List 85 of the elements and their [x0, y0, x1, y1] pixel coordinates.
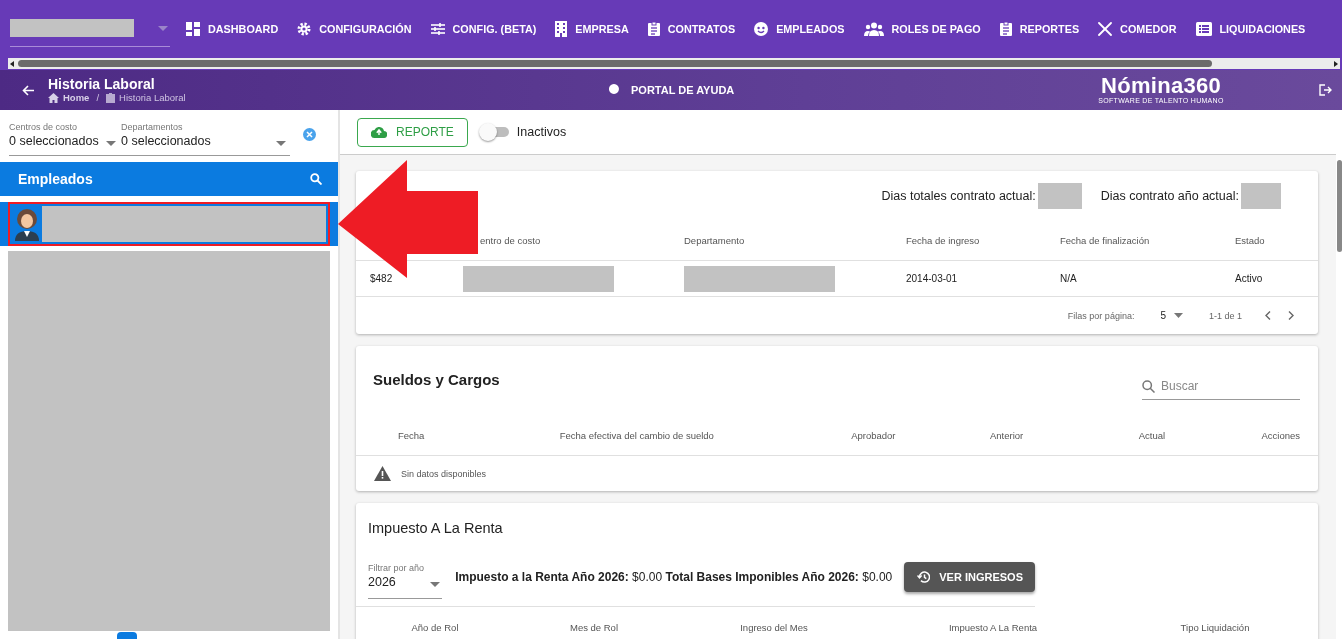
pagination-range: 1-1 de 1	[1208, 310, 1242, 321]
column-header: Departamento	[684, 235, 746, 246]
empty-message: Sin datos disponibles	[401, 468, 487, 479]
nav-item[interactable]: CONFIGURACIÓN	[297, 22, 412, 36]
column-header: Fecha de ingreso	[906, 235, 981, 246]
home-icon	[48, 93, 59, 103]
scroll-right-icon[interactable]	[1334, 61, 1338, 67]
column-header: Mes de Rol	[568, 621, 620, 633]
vertical-scrollbar[interactable]	[1337, 160, 1342, 252]
table-cell-text: 2014-03-01	[906, 273, 959, 284]
table-cell-text: N/A	[1060, 273, 1078, 284]
table-cell-text: Activo	[1235, 273, 1264, 284]
tax-summary: Impuesto a la Renta Año 2026: $0.00 Total Bases Imponibles Año 2026: $0.00	[455, 570, 893, 584]
column-header: Anterior	[989, 430, 1025, 441]
breadcrumb-current: Historia Laboral	[119, 92, 186, 104]
warning-icon	[374, 466, 391, 481]
view-income-button[interactable]: VER INGRESOS	[904, 562, 1035, 592]
nav-item[interactable]: DASHBOARD	[186, 22, 279, 36]
summary-label: Dias contrato año actual:	[1100, 189, 1239, 203]
column-header: entro de costo	[479, 235, 542, 246]
gear-icon	[297, 22, 312, 36]
breadcrumb-separator: /	[96, 92, 100, 104]
toggle-label: Inactivos	[516, 125, 567, 139]
nav-item[interactable]: REPORTES	[999, 22, 1080, 36]
face-icon	[754, 22, 769, 36]
clipboard-icon	[999, 22, 1012, 36]
nav-item[interactable]: CONTRATOS	[647, 22, 736, 36]
nav-item[interactable]: EMPRESA	[555, 21, 629, 37]
search-icon	[1142, 379, 1155, 393]
column-header: Aprobador	[851, 430, 897, 441]
cloud-upload-icon	[371, 126, 387, 138]
panel-title: Empleados	[18, 171, 93, 187]
search-icon[interactable]	[310, 173, 322, 185]
column-header: Fecha efectiva del cambio de sueldo	[559, 430, 715, 441]
rows-per-page-select[interactable]: 5	[1160, 310, 1183, 321]
card-title: Impuesto A La Renta	[367, 519, 504, 538]
clear-icon[interactable]	[303, 128, 316, 141]
clipboard-icon	[647, 22, 660, 36]
filter-select[interactable]: Departamentos 0 seleccionados	[121, 110, 290, 149]
column-header: Impuesto A La Renta	[947, 621, 1039, 633]
breadcrumb-link[interactable]: Home	[63, 92, 90, 104]
caret-icon	[1173, 313, 1183, 318]
help-portal-link[interactable]: PORTAL DE AYUDA	[608, 84, 1094, 96]
column-header: Tipo Liquidación	[1179, 621, 1251, 633]
avatar-icon	[14, 207, 40, 241]
chevron-right-icon[interactable]	[1288, 311, 1294, 320]
caret-icon	[158, 26, 168, 31]
search-field[interactable]: Buscar	[1161, 379, 1291, 393]
scroll-left-icon[interactable]	[10, 61, 14, 67]
column-header: Estado	[1235, 235, 1266, 246]
rows-per-page-label: Filas por página:	[1067, 310, 1135, 321]
sliders-icon	[430, 22, 445, 36]
nav-item[interactable]: CONFIG. (BETA)	[430, 22, 537, 36]
nav-item[interactable]: COMEDOR	[1098, 22, 1177, 36]
dashboard-icon	[186, 22, 200, 36]
scroll-handle[interactable]	[117, 632, 137, 639]
table-cell-text: $482	[370, 273, 394, 284]
caret-icon	[106, 141, 116, 146]
summary-label: Dias totales contrato actual:	[881, 189, 1036, 203]
nav-item[interactable]: ROLES DE PAGO	[863, 22, 981, 36]
card-title: Sueldos y Cargos	[373, 371, 500, 390]
page-title: Historia Laboral	[48, 76, 156, 92]
logout-icon[interactable]	[1319, 84, 1332, 96]
filter-select[interactable]: Centros de costo 0 seleccionados	[9, 110, 121, 149]
list-icon	[1195, 22, 1212, 36]
horizontal-scrollbar[interactable]	[8, 58, 1340, 69]
column-header: Ingreso del Mes	[739, 621, 809, 633]
chevron-left-icon[interactable]	[1265, 311, 1271, 320]
clipboard-icon	[106, 93, 116, 103]
building-icon	[555, 21, 568, 37]
caret-icon	[430, 581, 441, 587]
column-header: Fecha	[398, 430, 426, 441]
people-icon	[863, 22, 884, 36]
year-select[interactable]: Filtrar por año 2026	[368, 561, 443, 599]
nav-item[interactable]: LIQUIDACIONES	[1195, 22, 1306, 36]
redacted-block	[1241, 183, 1281, 209]
back-arrow-icon[interactable]	[22, 84, 34, 96]
column-header: Año de Rol	[410, 621, 460, 633]
column-header: Actual	[1138, 430, 1167, 441]
caret-icon	[276, 141, 286, 146]
column-header: Acciones	[1261, 430, 1300, 441]
column-header: Fecha de finalización	[1060, 235, 1151, 246]
redacted-block	[1037, 183, 1082, 209]
history-icon	[917, 571, 931, 583]
nav-item[interactable]: EMPLEADOS	[754, 22, 845, 36]
